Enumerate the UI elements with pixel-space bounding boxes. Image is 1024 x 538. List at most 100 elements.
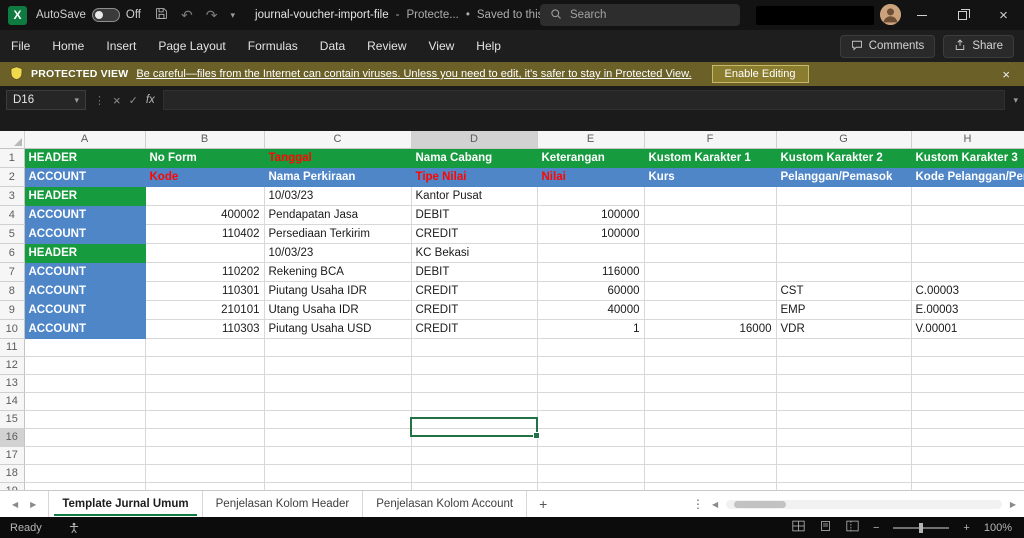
- cell[interactable]: Piutang Usaha IDR: [264, 281, 412, 301]
- cell[interactable]: Piutang Usaha USD: [264, 319, 412, 339]
- cell[interactable]: [264, 410, 412, 429]
- tab-bar-options-icon[interactable]: [692, 497, 704, 511]
- cell[interactable]: Utang Usaha IDR: [264, 300, 412, 320]
- cell[interactable]: [911, 428, 1024, 447]
- ribbon-tab-insert[interactable]: Insert: [95, 30, 147, 62]
- autosave-toggle[interactable]: [91, 8, 120, 22]
- cell[interactable]: ACCOUNT: [24, 224, 146, 244]
- cell[interactable]: [264, 446, 412, 465]
- ribbon-tab-home[interactable]: Home: [41, 30, 95, 62]
- ribbon-tab-file[interactable]: File: [0, 30, 41, 62]
- cell[interactable]: [24, 446, 146, 465]
- cell[interactable]: [644, 428, 777, 447]
- cell[interactable]: ACCOUNT: [24, 319, 146, 339]
- cell[interactable]: [411, 428, 538, 447]
- cell[interactable]: [145, 410, 265, 429]
- row-header[interactable]: 7: [0, 262, 25, 282]
- cell[interactable]: [24, 464, 146, 483]
- insert-function-icon[interactable]: fx: [146, 94, 155, 106]
- cell[interactable]: [776, 205, 912, 225]
- cell[interactable]: [411, 392, 538, 411]
- page-break-view-icon[interactable]: [846, 520, 859, 535]
- cell[interactable]: [776, 428, 912, 447]
- cell[interactable]: [644, 262, 777, 282]
- undo-icon[interactable]: [181, 8, 193, 22]
- cell[interactable]: [411, 446, 538, 465]
- cell[interactable]: [145, 428, 265, 447]
- cell[interactable]: [537, 338, 645, 357]
- row-header[interactable]: 19: [0, 482, 25, 490]
- cell[interactable]: Kode Pelanggan/Pemasok: [911, 167, 1024, 187]
- cell[interactable]: Kantor Pusat: [411, 186, 538, 206]
- cell[interactable]: Nilai: [537, 167, 645, 187]
- row-header[interactable]: 4: [0, 205, 25, 225]
- column-header[interactable]: H: [911, 131, 1024, 149]
- column-header[interactable]: E: [537, 131, 645, 149]
- cell[interactable]: Pelanggan/Pemasok: [776, 167, 912, 187]
- zoom-out-icon[interactable]: [873, 522, 879, 534]
- accessibility-icon[interactable]: [68, 522, 80, 534]
- cell[interactable]: [24, 338, 146, 357]
- cell[interactable]: [776, 186, 912, 206]
- cell[interactable]: [911, 392, 1024, 411]
- cell[interactable]: [145, 392, 265, 411]
- cell[interactable]: [537, 374, 645, 393]
- cell[interactable]: Kustom Karakter 1: [644, 148, 777, 168]
- cell[interactable]: Pendapatan Jasa: [264, 205, 412, 225]
- cell[interactable]: [776, 338, 912, 357]
- zoom-level[interactable]: 100%: [984, 522, 1012, 534]
- cell[interactable]: ACCOUNT: [24, 281, 146, 301]
- cell[interactable]: [537, 464, 645, 483]
- cell[interactable]: [776, 464, 912, 483]
- column-header[interactable]: B: [145, 131, 265, 149]
- cell[interactable]: 10/03/23: [264, 186, 412, 206]
- sheet-tab-penjelasan-kolom-account[interactable]: Penjelasan Kolom Account: [363, 491, 528, 517]
- name-box[interactable]: D16: [6, 90, 86, 110]
- formula-bar-drag-handle[interactable]: [94, 94, 105, 107]
- row-header[interactable]: 15: [0, 410, 25, 429]
- cell[interactable]: Tanggal: [264, 148, 412, 168]
- zoom-in-icon[interactable]: [963, 522, 969, 534]
- cell[interactable]: [145, 356, 265, 375]
- cell[interactable]: [411, 338, 538, 357]
- row-header[interactable]: 3: [0, 186, 25, 206]
- cell[interactable]: ACCOUNT: [24, 205, 146, 225]
- cell[interactable]: [24, 356, 146, 375]
- cell[interactable]: Persediaan Terkirim: [264, 224, 412, 244]
- cell[interactable]: 100000: [537, 205, 645, 225]
- cell[interactable]: CREDIT: [411, 224, 538, 244]
- cell[interactable]: ACCOUNT: [24, 300, 146, 320]
- column-header-selected[interactable]: D: [411, 131, 538, 149]
- cell[interactable]: HEADER: [24, 243, 146, 263]
- cell[interactable]: 100000: [537, 224, 645, 244]
- cell[interactable]: CST: [776, 281, 912, 301]
- cell[interactable]: ACCOUNT: [24, 262, 146, 282]
- cell[interactable]: [776, 243, 912, 263]
- formula-input[interactable]: [162, 90, 1006, 110]
- cell[interactable]: Keterangan: [537, 148, 645, 168]
- cell[interactable]: C.00003: [911, 281, 1024, 301]
- cell[interactable]: [776, 224, 912, 244]
- cell[interactable]: [145, 482, 265, 490]
- row-header[interactable]: 8: [0, 281, 25, 301]
- cell[interactable]: 110202: [145, 262, 265, 282]
- cell[interactable]: [776, 482, 912, 490]
- sheet-tab-penjelasan-kolom-header[interactable]: Penjelasan Kolom Header: [203, 491, 364, 517]
- row-header[interactable]: 11: [0, 338, 25, 357]
- cell[interactable]: DEBIT: [411, 262, 538, 282]
- cell[interactable]: [644, 205, 777, 225]
- cell[interactable]: [911, 374, 1024, 393]
- ribbon-tab-data[interactable]: Data: [309, 30, 356, 62]
- cell[interactable]: [264, 374, 412, 393]
- cell[interactable]: 116000: [537, 262, 645, 282]
- cell[interactable]: [911, 446, 1024, 465]
- cell[interactable]: [145, 243, 265, 263]
- ribbon-tab-review[interactable]: Review: [356, 30, 417, 62]
- cell[interactable]: [24, 410, 146, 429]
- ribbon-tab-page-layout[interactable]: Page Layout: [147, 30, 236, 62]
- row-header[interactable]: 5: [0, 224, 25, 244]
- cell[interactable]: [911, 464, 1024, 483]
- cell[interactable]: [911, 186, 1024, 206]
- cell[interactable]: [776, 374, 912, 393]
- cell[interactable]: [264, 428, 412, 447]
